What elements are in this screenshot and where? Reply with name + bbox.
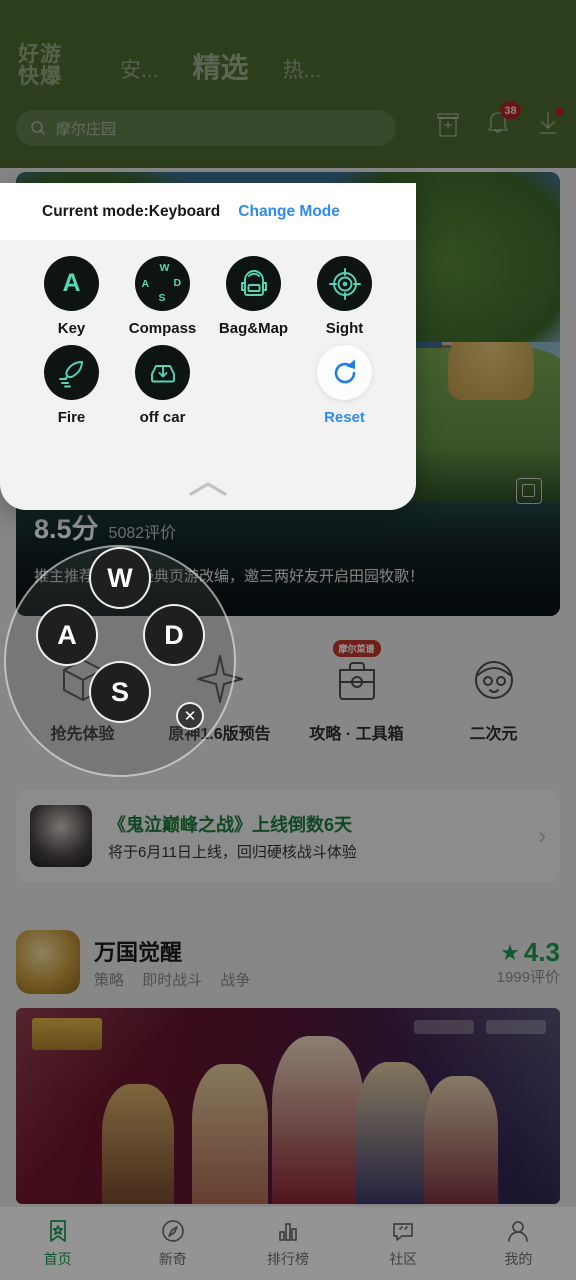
key-w[interactable]: W	[89, 547, 151, 609]
phone-screen: 8.5分 5082评价 推主推荐，同名经典页游改编，邀三两好友开启田园牧歌！ 抢…	[0, 0, 576, 1280]
panel-item-label: Bag&Map	[218, 320, 289, 337]
wasd-s: S	[158, 291, 166, 304]
crosshair-icon	[317, 256, 372, 311]
keyboard-mode-panel: Current mode:Keyboard Change Mode A Key …	[0, 183, 416, 510]
rocket-fire-icon	[44, 345, 99, 401]
wasd-w: W	[159, 261, 170, 274]
wasd-d: D	[173, 276, 182, 289]
panel-item-label: Key	[57, 320, 86, 337]
panel-item-label: off car	[139, 409, 186, 427]
letter-key-icon: A	[44, 256, 99, 311]
panel-item-reset[interactable]: Reset	[299, 345, 390, 426]
panel-item-compass[interactable]: W A S D Compass	[117, 256, 208, 337]
key-glyph: A	[62, 269, 81, 297]
panel-item-label: Compass	[128, 320, 197, 337]
wasd-joystick[interactable]: W A D S ✕	[4, 545, 236, 777]
refresh-icon	[317, 345, 372, 401]
panel-item-key[interactable]: A Key	[26, 256, 117, 337]
panel-item-label: Sight	[325, 320, 364, 337]
panel-item-fire[interactable]: Fire	[26, 345, 117, 426]
chevron-up-icon[interactable]	[0, 476, 416, 502]
key-s[interactable]: S	[89, 661, 151, 723]
panel-item-label: Reset	[324, 409, 365, 427]
panel-item-off-car[interactable]: off car	[117, 345, 208, 426]
wasd-glyphs: W A S D	[141, 261, 183, 304]
panel-item-label: Fire	[57, 409, 86, 427]
backpack-icon	[226, 256, 281, 311]
panel-item-sight[interactable]: Sight	[299, 256, 390, 337]
panel-header: Current mode:Keyboard Change Mode	[0, 183, 416, 240]
wasd-compass-icon: W A S D	[135, 256, 190, 311]
panel-item-empty	[208, 345, 299, 426]
key-d[interactable]: D	[143, 604, 205, 666]
change-mode-button[interactable]: Change Mode	[238, 203, 340, 221]
current-mode-label: Current mode:Keyboard	[42, 202, 221, 220]
close-icon[interactable]: ✕	[176, 702, 204, 730]
key-a[interactable]: A	[36, 604, 98, 666]
wasd-a: A	[141, 277, 150, 290]
panel-item-bag-map[interactable]: Bag&Map	[208, 256, 299, 337]
panel-grid: A Key W A S D Compass Bag&Map Sight Fire…	[0, 240, 416, 435]
exit-car-icon	[135, 345, 190, 401]
